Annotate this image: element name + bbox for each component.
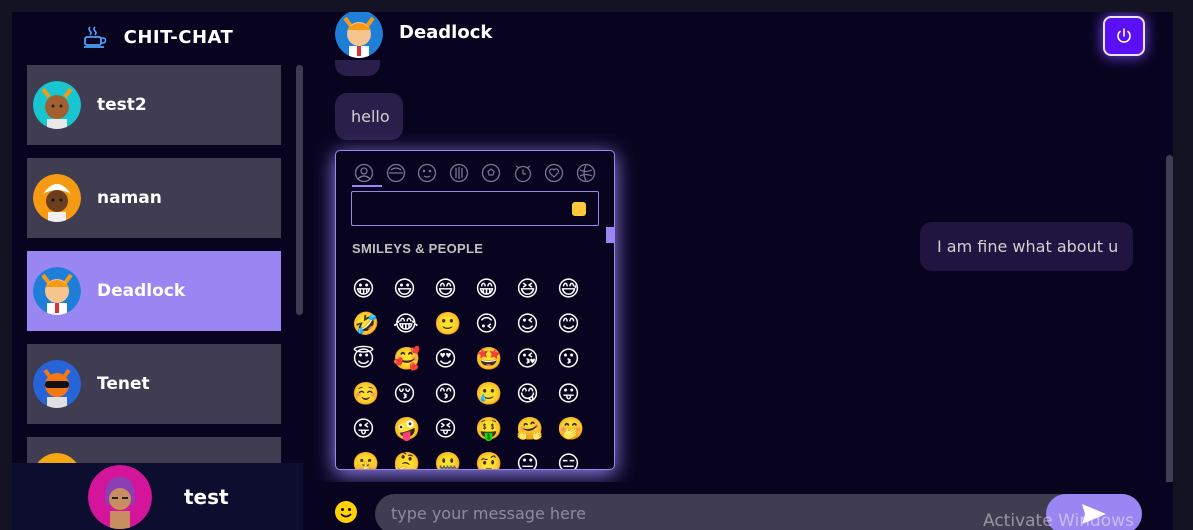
contact-item[interactable]: naman — [27, 158, 281, 238]
contact-item[interactable]: Tenet — [27, 344, 281, 424]
message-received: hello — [335, 93, 403, 140]
coffee-cup-icon — [83, 26, 106, 48]
power-icon — [1117, 28, 1131, 43]
animal-icon[interactable] — [415, 161, 439, 185]
emoji-item[interactable]: 😚 — [393, 380, 434, 415]
contact-name: naman — [97, 188, 162, 208]
emoji-item[interactable]: 😇 — [352, 345, 393, 380]
brand-title: CHIT-CHAT — [123, 26, 234, 48]
emoji-item[interactable]: 😅 — [557, 275, 598, 310]
activate-windows-watermark: Activate Windows — [983, 511, 1134, 530]
chat-contact-name: Deadlock — [399, 22, 493, 43]
emoji-item[interactable]: 🤫 — [352, 450, 393, 469]
chat-header: Deadlock — [303, 12, 1173, 58]
emoji-item[interactable]: 😄 — [434, 275, 475, 310]
current-user-name: test — [184, 484, 229, 509]
person-icon[interactable] — [352, 161, 376, 185]
emoji-item[interactable]: 🥰 — [393, 345, 434, 380]
emoji-item[interactable]: ☺️ — [352, 380, 393, 415]
emoji-item[interactable]: 🤪 — [393, 415, 434, 450]
chat-scrollbar[interactable] — [1166, 155, 1173, 490]
emoji-item[interactable]: 😂 — [393, 310, 434, 345]
avatar — [88, 464, 152, 529]
emoji-search-field[interactable] — [351, 191, 599, 226]
emoji-item[interactable]: 😃 — [393, 275, 434, 310]
emoji-item[interactable]: 😝 — [434, 415, 475, 450]
emoji-item[interactable]: 😊 — [557, 310, 598, 345]
emoji-item[interactable]: 😛 — [557, 380, 598, 415]
logout-button[interactable] — [1103, 16, 1145, 56]
brand: CHIT-CHAT — [12, 12, 303, 62]
emoji-item[interactable]: 😑 — [557, 450, 598, 469]
emoji-item[interactable]: 🙂 — [434, 310, 475, 345]
emoji-item[interactable]: 😉 — [516, 310, 557, 345]
emoji-search-input[interactable] — [352, 192, 562, 225]
food-icon[interactable] — [384, 161, 408, 185]
contact-item[interactable]: test2 — [27, 65, 281, 145]
emoji-item[interactable]: 🤣 — [352, 310, 393, 345]
message-sent: I am fine what about u — [920, 222, 1133, 271]
emoji-item[interactable]: 🥲 — [475, 380, 516, 415]
message-input[interactable] — [375, 494, 1015, 530]
emoji-item[interactable]: 😋 — [516, 380, 557, 415]
emoji-grid: 😀 😃 😄 😁 😆 😅 🤣 😂 🙂 🙃 😉 😊 😇 🥰 😍 🤩 😘 😗 ☺️ 😚 😙 🥲 😋 😛 😜 🤪 😝 🤑 🤗 🤭 🤫 🤔 🤐 🤨 😐 😑 — [352, 275, 598, 469]
emoji-item[interactable]: 🤗 — [516, 415, 557, 450]
ball-icon[interactable] — [479, 161, 503, 185]
flag-icon[interactable] — [574, 161, 598, 185]
active-tab-indicator — [352, 185, 382, 187]
sidebar: CHIT-CHAT test2 naman Deadlock Tenet tes… — [12, 12, 303, 530]
emoji-picker-scrollbar[interactable] — [606, 227, 614, 243]
emoji-item[interactable]: 😗 — [557, 345, 598, 380]
emoji-item[interactable]: 😙 — [434, 380, 475, 415]
emoji-section-title: SMILEYS & PEOPLE — [352, 241, 484, 256]
emoji-item[interactable]: 😘 — [516, 345, 557, 380]
avatar — [33, 81, 81, 129]
emoji-item[interactable]: 😜 — [352, 415, 393, 450]
emoji-item[interactable]: 😆 — [516, 275, 557, 310]
heart-icon[interactable] — [542, 161, 566, 185]
emoji-category-tabs — [352, 161, 598, 187]
emoji-item[interactable]: 😐 — [516, 450, 557, 469]
emoji-item[interactable]: 🤔 — [393, 450, 434, 469]
current-user: test — [12, 463, 303, 530]
contact-item-selected[interactable]: Deadlock — [27, 251, 281, 331]
emoji-item[interactable]: 😍 — [434, 345, 475, 380]
avatar — [33, 360, 81, 408]
chat-panel: Deadlock hello I am fine what about u SM… — [303, 12, 1173, 530]
smiley-icon[interactable] — [334, 500, 358, 524]
skin-tone-selector[interactable] — [572, 202, 586, 216]
emoji-picker: SMILEYS & PEOPLE 😀 😃 😄 😁 😆 😅 🤣 😂 🙂 🙃 😉 😊 😇 🥰 😍 🤩 😘 😗 ☺️ 😚 😙 🥲… — [335, 150, 615, 470]
avatar — [33, 267, 81, 315]
contact-name: test2 — [97, 95, 147, 115]
avatar — [335, 12, 383, 58]
emoji-item[interactable]: 🙃 — [475, 310, 516, 345]
emoji-item[interactable]: 😁 — [475, 275, 516, 310]
emoji-item[interactable]: 🤨 — [475, 450, 516, 469]
contact-name: Tenet — [97, 374, 150, 394]
emoji-item[interactable]: 🤑 — [475, 415, 516, 450]
emoji-item[interactable]: 🤭 — [557, 415, 598, 450]
emoji-item[interactable]: 🤩 — [475, 345, 516, 380]
emoji-item[interactable]: 🤐 — [434, 450, 475, 469]
message-received — [335, 60, 380, 76]
avatar — [33, 174, 81, 222]
emoji-item[interactable]: 😀 — [352, 275, 393, 310]
sidebar-scrollbar[interactable] — [296, 65, 303, 315]
building-icon[interactable] — [447, 161, 471, 185]
contact-name: Deadlock — [97, 281, 186, 301]
clock-icon[interactable] — [511, 161, 535, 185]
